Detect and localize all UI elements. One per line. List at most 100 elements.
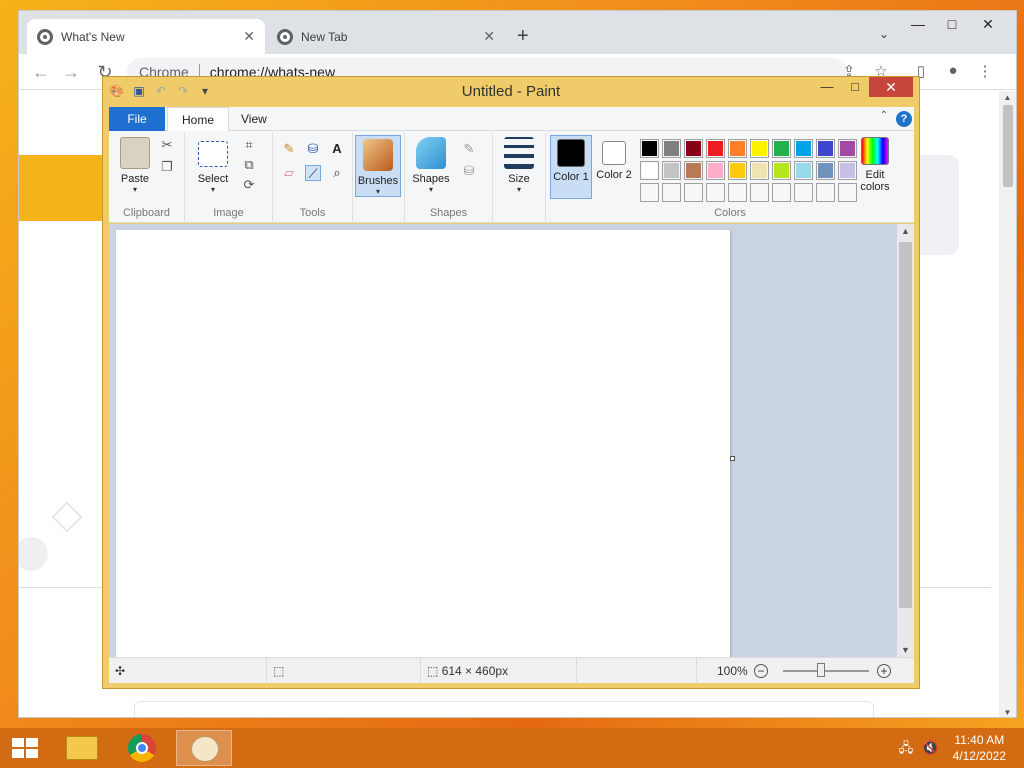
color-swatch[interactable] <box>728 161 747 180</box>
color-swatch[interactable] <box>750 161 769 180</box>
tab-new-tab[interactable]: New Tab ✕ <box>267 19 505 54</box>
paint-minimize-button[interactable]: — <box>813 77 841 97</box>
color-swatch[interactable] <box>640 139 659 158</box>
color-swatch[interactable] <box>684 183 703 202</box>
maximize-button[interactable]: □ <box>935 13 969 35</box>
new-tab-button[interactable]: + <box>517 25 529 48</box>
text-tool-icon[interactable]: A <box>329 141 345 157</box>
color-swatch[interactable] <box>750 139 769 158</box>
pencil-icon[interactable]: ✎ <box>281 141 297 157</box>
color-swatch[interactable] <box>772 183 791 202</box>
scroll-down-icon[interactable]: ▼ <box>897 645 914 655</box>
color-picker-icon[interactable]: ⟋ <box>305 165 321 181</box>
color-swatch[interactable] <box>684 161 703 180</box>
outline-icon[interactable]: ✎ <box>461 141 477 157</box>
brushes-label: Brushes <box>357 175 399 187</box>
edit-colors-button[interactable]: Edit colors <box>852 137 898 193</box>
drawing-canvas[interactable] <box>116 230 730 660</box>
cut-icon[interactable]: ✂ <box>159 137 175 153</box>
tab-view[interactable]: View <box>227 107 281 131</box>
color-swatch[interactable] <box>816 183 835 202</box>
collapse-ribbon-icon[interactable]: ⌃ <box>880 110 888 121</box>
close-tab-icon[interactable]: ✕ <box>243 28 255 45</box>
color-swatch[interactable] <box>662 161 681 180</box>
color-swatch[interactable] <box>706 139 725 158</box>
zoom-slider-track[interactable] <box>783 670 869 672</box>
scroll-up-icon[interactable]: ▲ <box>897 226 914 236</box>
color-swatch[interactable] <box>728 183 747 202</box>
status-bar: ✣ ⬚ ⬚ 614 × 460px 100% − + <box>109 657 914 684</box>
color-swatch[interactable] <box>794 161 813 180</box>
tab-whats-new[interactable]: What's New ✕ <box>27 19 265 54</box>
color-swatch[interactable] <box>816 161 835 180</box>
chrome-taskbar-button[interactable] <box>114 730 170 766</box>
fill-icon[interactable]: ⛁ <box>461 163 477 179</box>
color-swatch[interactable] <box>816 139 835 158</box>
paint-taskbar-button[interactable] <box>176 730 232 766</box>
rotate-icon[interactable]: ⟳ <box>241 177 257 193</box>
scrollbar-thumb[interactable] <box>1003 105 1013 187</box>
color2-button[interactable]: Color 2 <box>594 135 634 199</box>
resize-icon[interactable]: ⧉ <box>241 157 257 173</box>
color-swatch[interactable] <box>706 161 725 180</box>
color-swatch[interactable] <box>772 161 791 180</box>
cursor-position-icon: ✣ <box>115 664 126 678</box>
paint-vertical-scrollbar[interactable]: ▲ ▼ <box>897 224 914 657</box>
volume-muted-icon[interactable]: 🔇 <box>922 740 938 756</box>
color-swatch[interactable] <box>640 161 659 180</box>
scroll-down-icon[interactable]: ▼ <box>999 708 1016 717</box>
menu-kebab-icon[interactable]: ⋮ <box>973 62 997 82</box>
close-window-button[interactable]: ✕ <box>971 13 1005 35</box>
size-button[interactable]: Size ▾ <box>497 137 541 194</box>
shapes-button[interactable]: Shapes ▾ <box>409 137 453 194</box>
chrome-favicon-icon <box>37 28 53 45</box>
clock[interactable]: 11:40 AM 4/12/2022 <box>953 732 1006 764</box>
forward-icon[interactable]: → <box>59 61 83 83</box>
paint-maximize-button[interactable]: □ <box>841 77 869 97</box>
start-button[interactable] <box>2 730 48 766</box>
color-swatch[interactable] <box>772 139 791 158</box>
paint-close-button[interactable]: ✕ <box>869 77 913 97</box>
tab-home[interactable]: Home <box>167 107 230 131</box>
crop-icon[interactable]: ⌗ <box>241 137 257 153</box>
tab-file[interactable]: File <box>109 107 165 131</box>
close-tab-icon[interactable]: ✕ <box>483 28 495 45</box>
magnifier-icon[interactable]: ⌕ <box>329 165 345 181</box>
color-swatch[interactable] <box>706 183 725 202</box>
page-scrollbar[interactable]: ▲ ▼ <box>999 91 1016 717</box>
zoom-slider-thumb[interactable] <box>817 663 825 677</box>
color-swatch[interactable] <box>662 139 681 158</box>
fill-bucket-icon[interactable]: ⛁ <box>305 141 321 157</box>
group-shapes: Shapes ▾ ✎ ⛁ Shapes <box>405 133 493 221</box>
zoom-out-icon[interactable]: − <box>754 664 768 678</box>
color-swatch[interactable] <box>794 139 813 158</box>
date: 4/12/2022 <box>952 749 1006 763</box>
back-icon[interactable]: ← <box>29 61 53 83</box>
eraser-icon[interactable]: ▱ <box>281 165 297 181</box>
network-icon[interactable]: 🖧 <box>898 740 914 756</box>
canvas-resize-handle[interactable] <box>730 456 735 461</box>
color-swatch[interactable] <box>684 139 703 158</box>
window-title: Untitled - Paint <box>461 83 561 100</box>
color-swatch[interactable] <box>750 183 769 202</box>
color1-button[interactable]: Color 1 <box>550 135 592 199</box>
color-swatch[interactable] <box>728 139 747 158</box>
profile-icon[interactable]: ● <box>941 62 965 82</box>
tab-search-icon[interactable]: ⌄ <box>879 27 889 41</box>
color-swatch[interactable] <box>794 183 813 202</box>
paste-button[interactable]: Paste ▾ <box>113 137 157 194</box>
file-explorer-button[interactable] <box>54 730 110 766</box>
decorative-diamond-icon <box>51 501 83 533</box>
color2-swatch <box>602 141 626 165</box>
color-swatch[interactable] <box>662 183 681 202</box>
scrollbar-thumb[interactable] <box>899 242 912 608</box>
select-button[interactable]: Select ▾ <box>191 137 235 194</box>
minimize-button[interactable]: — <box>901 13 935 35</box>
scroll-up-icon[interactable]: ▲ <box>999 93 1016 102</box>
copy-icon[interactable]: ❐ <box>159 159 175 175</box>
zoom-in-icon[interactable]: + <box>877 664 891 678</box>
brushes-button[interactable]: Brushes ▾ <box>355 135 401 197</box>
line-size-icon <box>504 137 534 169</box>
color-swatch[interactable] <box>640 183 659 202</box>
help-icon[interactable]: ? <box>896 111 912 127</box>
